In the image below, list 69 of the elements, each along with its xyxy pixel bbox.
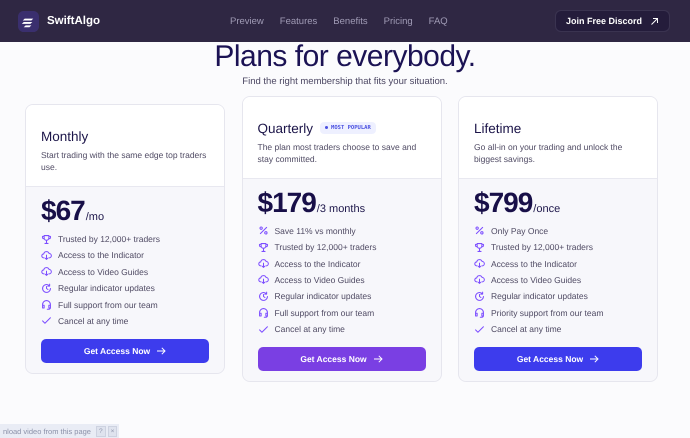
external-arrow-icon <box>650 16 659 26</box>
plan-name: Monthly <box>41 128 88 144</box>
cloud-download-icon <box>258 258 268 270</box>
discord-button[interactable]: Join Free Discord <box>554 10 670 32</box>
page-title: Plans for everybody. <box>214 42 476 72</box>
price-period: /3 months <box>316 202 366 215</box>
plan-description: Go all-in on your trading and unlock the biggest savings. <box>474 140 624 166</box>
refresh-clock-icon <box>258 290 268 302</box>
cloud-download-icon <box>474 258 485 270</box>
check-icon <box>474 324 485 335</box>
headset-icon <box>474 307 485 318</box>
feature-text: Regular indicator updates <box>58 283 155 294</box>
nav-link[interactable]: Benefits <box>333 16 368 26</box>
refresh-clock-icon <box>41 282 52 294</box>
feature-text: Full support from our team <box>274 308 374 318</box>
feature-text: Only Pay Once <box>491 226 548 236</box>
nav-link[interactable]: Pricing <box>384 16 413 26</box>
plan-name: Lifetime <box>474 120 522 136</box>
feature-text: Access to Video Guides <box>274 274 365 285</box>
plan-description: The plan most traders choose to save and stay committed. <box>258 140 418 166</box>
refresh-clock-icon <box>474 290 485 302</box>
feature-text: Trusted by 12,000+ traders <box>491 242 593 252</box>
headset-icon <box>41 299 52 310</box>
trophy-icon <box>41 234 52 245</box>
feature-text: Regular indicator updates <box>491 291 588 302</box>
cloud-download-icon <box>41 250 52 261</box>
feature-text: Trusted by 12,000+ traders <box>58 234 160 244</box>
feature-text: Access to Video Guides <box>58 266 148 277</box>
headset-icon <box>258 307 268 318</box>
feature-text: Save 11% vs monthly <box>274 226 356 236</box>
logo-icon[interactable] <box>18 10 39 32</box>
cloud-download-icon <box>258 274 268 286</box>
feature-text: Cancel at any time <box>58 316 128 326</box>
feature-text: Trusted by 12,000+ traders <box>274 242 376 252</box>
get-access-button[interactable]: Get Access Now <box>474 347 642 372</box>
cloud-download-icon <box>41 266 52 278</box>
feature-text: Access to the Indicator <box>58 250 144 260</box>
cloud-download-icon <box>474 274 485 286</box>
trophy-icon <box>258 242 268 253</box>
get-access-button[interactable]: Get Access Now <box>258 347 426 372</box>
brand-name[interactable]: SwiftAlgo <box>47 15 100 27</box>
arrow-right-icon <box>156 347 166 356</box>
get-access-button[interactable]: Get Access Now <box>41 339 209 364</box>
feature-text: Access to Video Guides <box>491 274 582 285</box>
plan-description: Start trading with the same edge top traders use. <box>41 148 208 174</box>
feature-text: Cancel at any time <box>274 324 345 334</box>
nav-link[interactable]: FAQ <box>428 16 448 26</box>
price-period: /mo <box>86 210 104 223</box>
trophy-icon <box>474 242 485 253</box>
nav-link[interactable]: Preview <box>230 16 264 26</box>
check-icon <box>41 315 52 326</box>
check-icon <box>258 324 268 335</box>
nav-link[interactable]: Features <box>280 16 318 26</box>
arrow-right-icon <box>372 355 383 364</box>
plan-price: $179 <box>258 186 316 219</box>
feature-text: Access to the Indicator <box>274 258 360 269</box>
percent-icon <box>474 225 485 236</box>
feature-text: Cancel at any time <box>491 324 562 334</box>
feature-text: Access to the Indicator <box>491 258 577 269</box>
plan-name: Quarterly <box>258 120 314 136</box>
arrow-right-icon <box>589 355 600 364</box>
page-subtitle: Find the right membership that fits your situation. <box>242 76 448 87</box>
plan-price: $67 <box>41 194 85 227</box>
plan-price: $799 <box>474 186 532 219</box>
percent-icon <box>258 225 268 236</box>
feature-text: Regular indicator updates <box>274 291 372 302</box>
feature-text: Priority support from our team <box>491 308 604 318</box>
feature-text: Full support from our team <box>58 300 158 310</box>
price-period: /once <box>533 202 560 215</box>
